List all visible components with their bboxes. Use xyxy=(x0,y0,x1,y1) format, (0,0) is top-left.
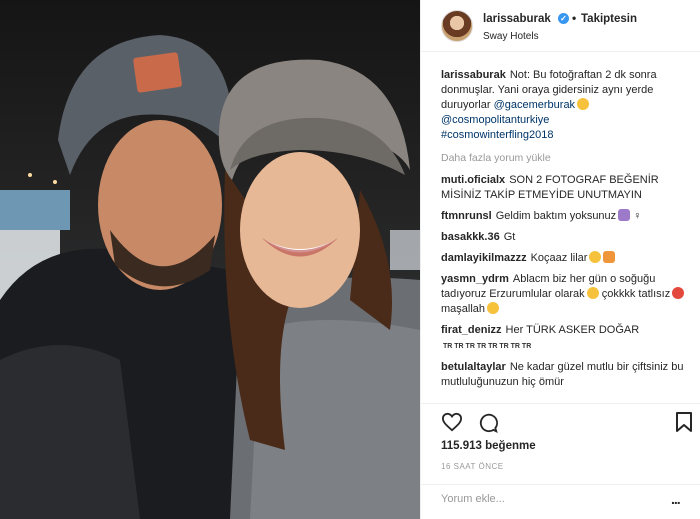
comment-item: ftmnrunsl Geldim baktım yoksunuz ♀ xyxy=(441,209,687,224)
more-options-icon[interactable]: ... xyxy=(671,491,681,507)
comment-username[interactable]: firat_denizz xyxy=(441,324,502,336)
author-username[interactable]: larissaburak xyxy=(483,13,551,25)
grinning-emoji-icon xyxy=(577,98,590,110)
heart-eyes-emoji-icon xyxy=(589,251,602,263)
load-more-comments[interactable]: Daha fazla yorum yükle xyxy=(441,151,687,166)
post-actions xyxy=(421,403,700,439)
separator-dot: • xyxy=(572,11,577,25)
likes-count[interactable]: 115.913 beğenme xyxy=(441,440,536,452)
comments-list[interactable]: larissaburak Not: Bu fotoğraftan 2 dk son… xyxy=(441,68,687,403)
verified-icon: ✓ xyxy=(558,13,569,24)
caption: larissaburak Not: Bu fotoğraftan 2 dk son… xyxy=(441,68,687,143)
comment-text: Geldim baktım yoksunuz xyxy=(495,210,617,222)
bookmark-icon[interactable] xyxy=(675,411,693,433)
comment-icon[interactable] xyxy=(477,412,499,434)
comment-username[interactable]: basakkk.36 xyxy=(441,231,500,243)
comment-username[interactable]: yasmn_ydrm xyxy=(441,273,509,285)
photo-illustration xyxy=(0,35,420,519)
comment-item: damlayikilmazzz Koçaaz lilar xyxy=(441,251,687,266)
caption-username[interactable]: larissaburak xyxy=(441,69,506,81)
location-link[interactable]: Sway Hotels xyxy=(483,31,539,42)
turkey-flag-icon: TR TR TR TR TR TR TR TR xyxy=(443,343,532,350)
caption-mention-2[interactable]: @cosmopolitanturkiye xyxy=(441,114,549,126)
comment-item: betulaltaylar Ne kadar güzel mutlu bir çi… xyxy=(441,360,687,390)
comment-username[interactable]: muti.oficialx xyxy=(441,174,505,186)
post-timestamp[interactable]: 16 SAAT ÖNCE xyxy=(441,462,504,471)
comment-text-3: maşallah xyxy=(441,303,486,315)
female-sign-icon: ♀ xyxy=(630,210,642,222)
praying-hands-emoji-icon xyxy=(487,302,500,314)
couple-emoji-icon xyxy=(603,251,616,263)
comment-username[interactable]: betulaltaylar xyxy=(441,361,506,373)
follow-status[interactable]: Takiptesin xyxy=(581,13,637,25)
post-header: larissaburak ✓ • Takiptesin Sway Hotels xyxy=(421,0,700,52)
woman-shrugging-emoji-icon xyxy=(618,209,631,221)
comment-input[interactable] xyxy=(441,493,661,505)
heart-icon[interactable] xyxy=(441,412,463,432)
comment-item: yasmn_ydrm Ablacm biz her gün o soğuğu ta… xyxy=(441,272,687,317)
heart-eyes-emoji-icon xyxy=(672,287,685,299)
grinning-emoji-icon xyxy=(586,287,599,299)
comment-item: firat_denizz Her TÜRK ASKER DOĞAR TR TR T… xyxy=(441,323,687,354)
comment-text: Gt xyxy=(503,231,516,243)
comment-item: basakkk.36 Gt xyxy=(441,230,687,245)
caption-mention[interactable]: @gacemerburak xyxy=(494,99,575,111)
comment-username[interactable]: damlayikilmazzz xyxy=(441,252,527,264)
comment-username[interactable]: ftmnrunsl xyxy=(441,210,492,222)
post-side-panel: larissaburak ✓ • Takiptesin Sway Hotels … xyxy=(420,0,700,519)
comment-text: Her TÜRK ASKER DOĞAR xyxy=(505,324,640,336)
comment-text: Koçaaz lilar xyxy=(530,252,588,264)
author-avatar[interactable] xyxy=(441,10,473,42)
add-comment-bar: ... xyxy=(421,484,700,519)
comment-item: muti.oficialx SON 2 FOTOGRAF BEĞENİR MİSİ… xyxy=(441,173,687,203)
comment-text-2: çokkkk tatlısız xyxy=(601,288,671,300)
caption-hashtag[interactable]: #cosmowinterfling2018 xyxy=(441,129,554,141)
post-photo[interactable] xyxy=(0,0,420,519)
